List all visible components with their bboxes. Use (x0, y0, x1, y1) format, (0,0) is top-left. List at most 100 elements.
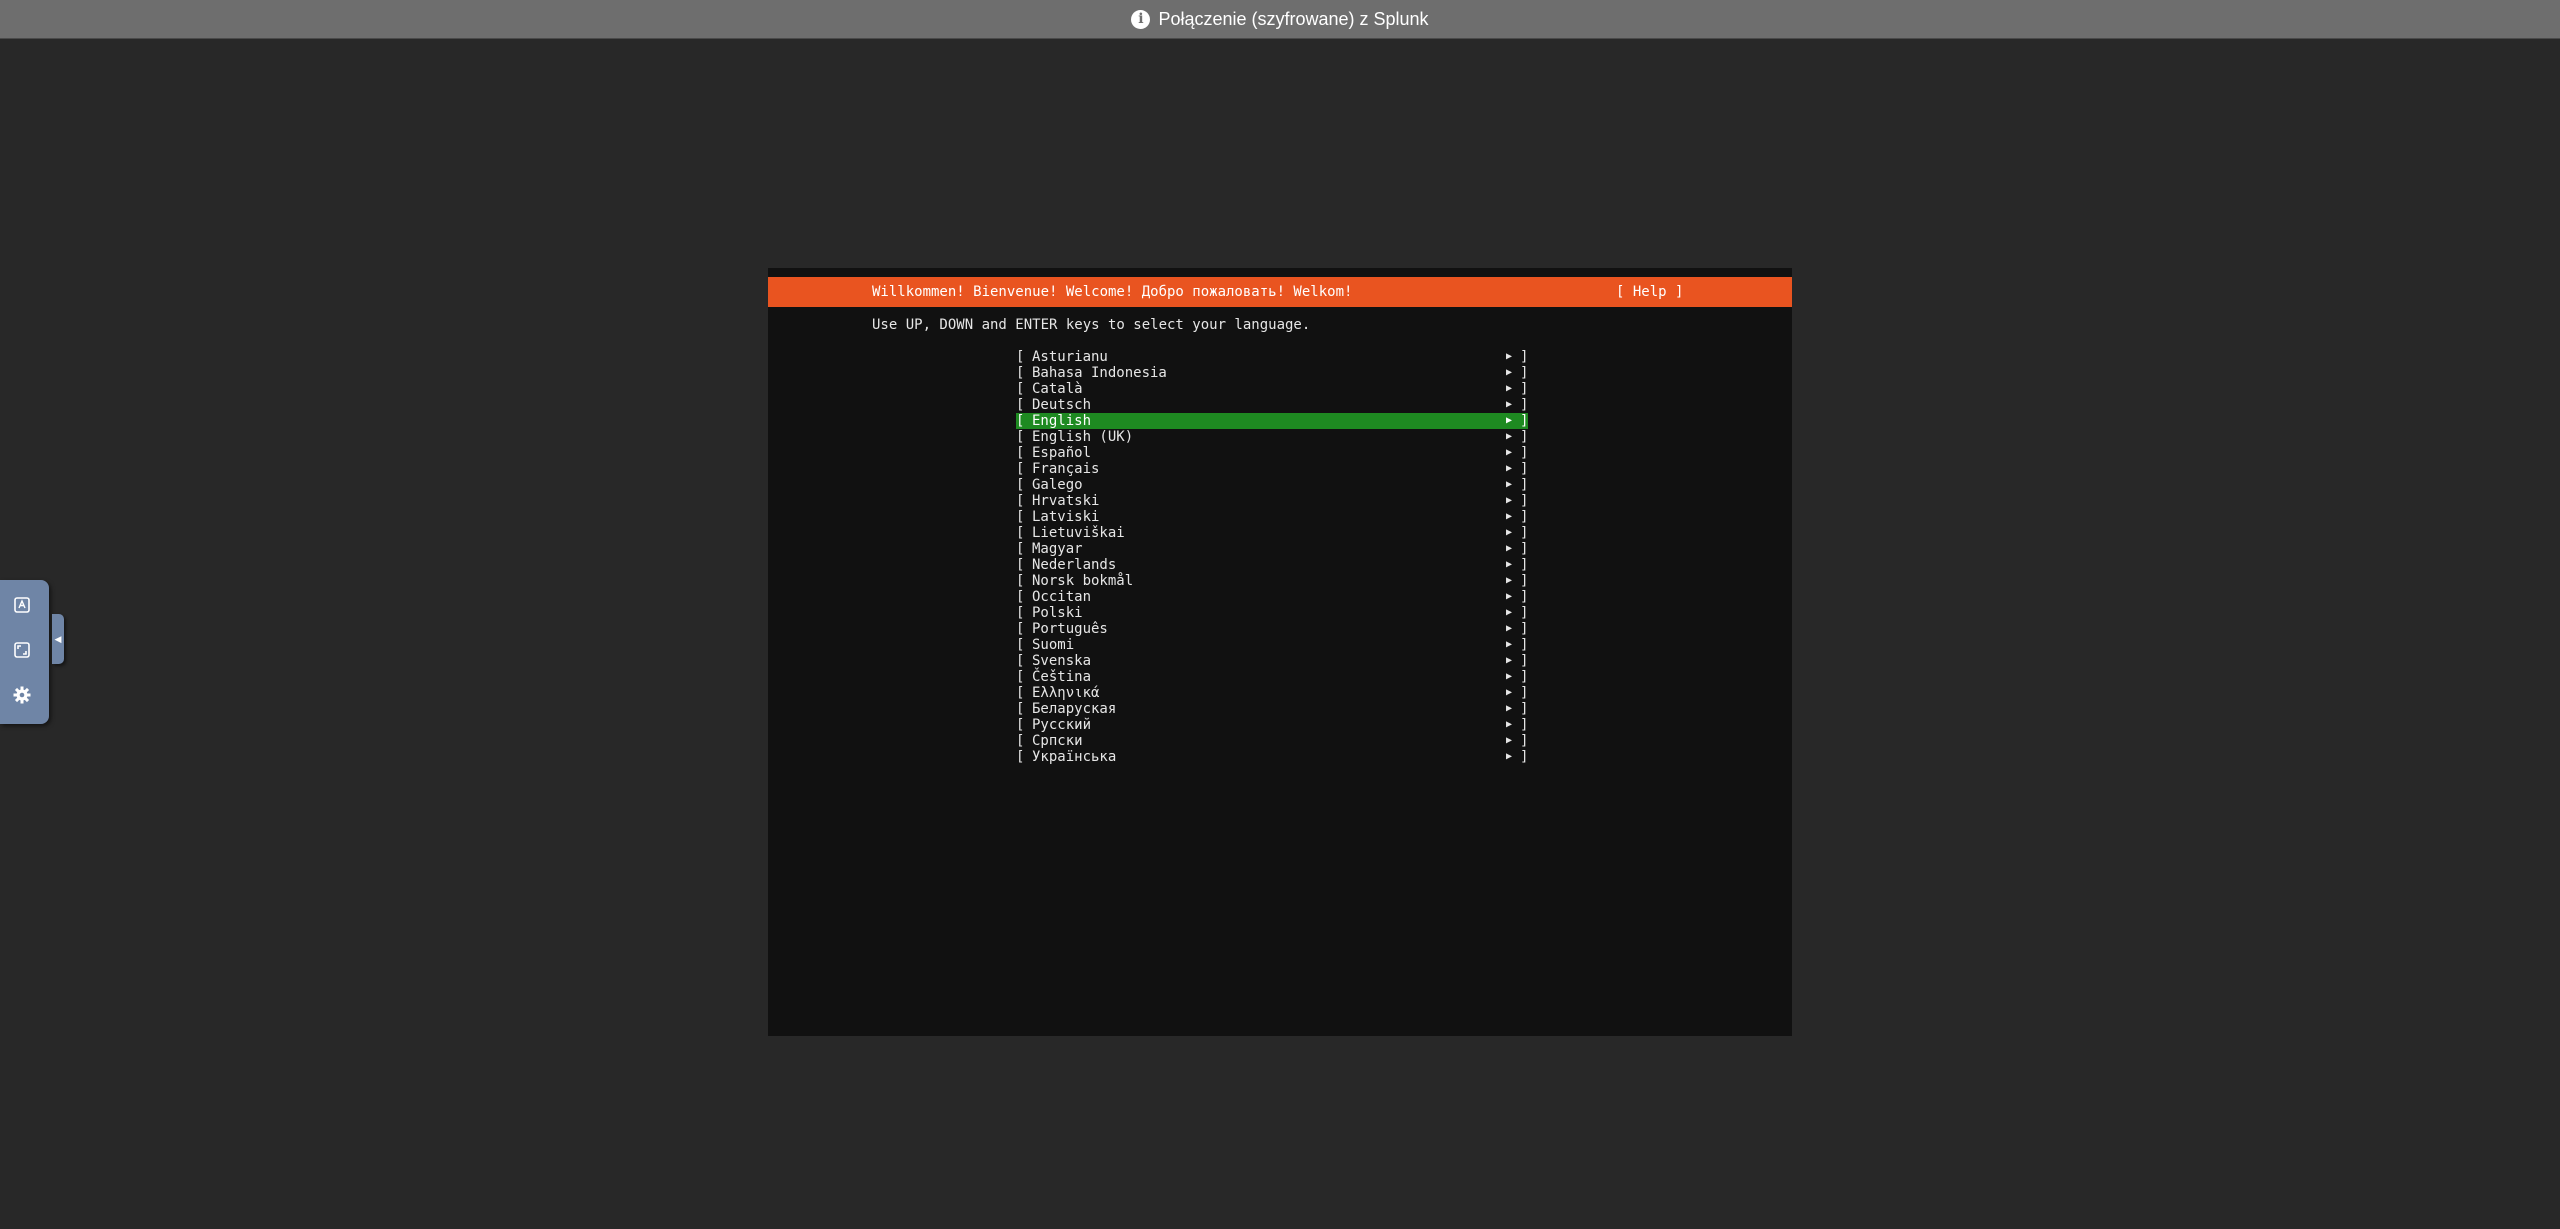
language-option[interactable]: [ Bahasa Indonesia ▶] (1016, 365, 1528, 381)
language-option[interactable]: [ Norsk bokmål ▶] (1016, 573, 1528, 589)
language-option[interactable]: [English ▶] (1016, 413, 1528, 429)
submenu-arrow-icon: ▶ (1506, 687, 1513, 698)
language-label: Nederlands (1032, 557, 1117, 573)
submenu-arrow-icon: ▶ (1506, 591, 1513, 602)
language-option[interactable]: [Deutsch ▶] (1016, 397, 1528, 413)
vm-console-screen[interactable]: Willkommen! Bienvenue! Welcome! Добро по… (768, 268, 1792, 1036)
left-bracket: [ (1016, 733, 1025, 749)
submenu-arrow-icon: ▶ (1506, 431, 1513, 442)
right-bracket: ] (1520, 685, 1529, 701)
language-label: Català (1032, 381, 1083, 397)
right-bracket: ] (1520, 621, 1529, 637)
language-label: Norsk bokmål (1032, 573, 1134, 589)
right-bracket: ] (1520, 525, 1529, 541)
left-bracket: [ (1016, 365, 1025, 381)
language-label: Bahasa Indonesia (1032, 365, 1167, 381)
fullscreen-icon (12, 640, 32, 665)
language-option[interactable]: [Українська ▶] (1016, 749, 1528, 765)
language-label: Español (1032, 445, 1092, 461)
help-button[interactable]: [ Help ] (1616, 277, 1683, 307)
language-label: Deutsch (1032, 397, 1092, 413)
right-bracket: ] (1520, 541, 1529, 557)
language-option[interactable]: [Occitan ▶] (1016, 589, 1528, 605)
right-bracket: ] (1520, 733, 1529, 749)
submenu-arrow-icon: ▶ (1506, 703, 1513, 714)
language-option[interactable]: [Беларуская ▶] (1016, 701, 1528, 717)
left-bracket: [ (1016, 429, 1025, 445)
submenu-arrow-icon: ▶ (1506, 351, 1513, 362)
left-bracket: [ (1016, 525, 1025, 541)
left-bracket: [ (1016, 461, 1025, 477)
right-bracket: ] (1520, 749, 1529, 765)
language-list: [Asturianu ▶] [Bahasa Indonesia ▶] [Català ▶]… (1016, 349, 1528, 765)
submenu-arrow-icon: ▶ (1506, 511, 1513, 522)
left-bracket: [ (1016, 701, 1025, 717)
submenu-arrow-icon: ▶ (1506, 367, 1513, 378)
submenu-arrow-icon: ▶ (1506, 623, 1513, 634)
info-icon[interactable]: i (1131, 9, 1151, 29)
language-option[interactable]: [ Русский ▶] (1016, 717, 1528, 733)
settings-button[interactable] (7, 682, 37, 712)
language-label: English (UK) (1032, 429, 1134, 445)
language-option[interactable]: [Српски ▶] (1016, 733, 1528, 749)
left-bracket: [ (1016, 589, 1025, 605)
left-bracket: [ (1016, 573, 1025, 589)
language-label: Português (1032, 621, 1108, 637)
fullscreen-button[interactable] (7, 637, 37, 667)
language-option[interactable]: [Magyar ▶] (1016, 541, 1528, 557)
language-label: Українська (1032, 749, 1117, 765)
language-option[interactable]: [Polski ▶] (1016, 605, 1528, 621)
left-bracket: [ (1016, 413, 1025, 429)
submenu-arrow-icon: ▶ (1506, 447, 1513, 458)
left-bracket: [ (1016, 605, 1025, 621)
language-label: Français (1032, 461, 1100, 477)
language-option[interactable]: [Svenska ▶] (1016, 653, 1528, 669)
right-bracket: ] (1520, 477, 1529, 493)
language-option[interactable]: [Čeština ▶] (1016, 669, 1528, 685)
right-bracket: ] (1520, 365, 1529, 381)
language-option[interactable]: [Nederlands ▶] (1016, 557, 1528, 573)
left-bracket: [ (1016, 397, 1025, 413)
right-bracket: ] (1520, 573, 1529, 589)
language-option[interactable]: [Suomi ▶] (1016, 637, 1528, 653)
language-option[interactable]: [Français ▶] (1016, 461, 1528, 477)
submenu-arrow-icon: ▶ (1506, 719, 1513, 730)
language-option[interactable]: [Català ▶] (1016, 381, 1528, 397)
submenu-arrow-icon: ▶ (1506, 495, 1513, 506)
language-option[interactable]: [Latviski ▶] (1016, 509, 1528, 525)
installer-header: Willkommen! Bienvenue! Welcome! Добро по… (768, 277, 1792, 307)
left-bracket: [ (1016, 637, 1025, 653)
submenu-arrow-icon: ▶ (1506, 575, 1513, 586)
right-bracket: ] (1520, 637, 1529, 653)
keyboard-button[interactable] (7, 592, 37, 622)
language-option[interactable]: [Galego ▶] (1016, 477, 1528, 493)
language-label: Беларуская (1032, 701, 1117, 717)
language-label: Русский (1032, 717, 1092, 733)
chevron-left-icon: ◀ (54, 633, 62, 644)
keyboard-icon (12, 595, 32, 620)
language-option[interactable]: [Hrvatski ▶] (1016, 493, 1528, 509)
left-bracket: [ (1016, 717, 1025, 733)
right-bracket: ] (1520, 717, 1529, 733)
submenu-arrow-icon: ▶ (1506, 415, 1513, 426)
left-bracket: [ (1016, 509, 1025, 525)
language-option[interactable]: [Português ▶] (1016, 621, 1528, 637)
right-bracket: ] (1520, 445, 1529, 461)
language-option[interactable]: [English (UK) ▶] (1016, 429, 1528, 445)
installer-title: Willkommen! Bienvenue! Welcome! Добро по… (872, 284, 1353, 300)
language-option[interactable]: [ Español ▶] (1016, 445, 1528, 461)
language-label: Hrvatski (1032, 493, 1100, 509)
submenu-arrow-icon: ▶ (1506, 399, 1513, 410)
submenu-arrow-icon: ▶ (1506, 735, 1513, 746)
toolbar-collapse-handle[interactable]: ◀ (52, 614, 64, 664)
right-bracket: ] (1520, 381, 1529, 397)
language-option[interactable]: [Ελληνικά ▶] (1016, 685, 1528, 701)
left-bracket: [ (1016, 445, 1025, 461)
left-bracket: [ (1016, 477, 1025, 493)
language-label: Magyar (1032, 541, 1083, 557)
right-bracket: ] (1520, 605, 1529, 621)
right-bracket: ] (1520, 413, 1529, 429)
language-option[interactable]: [Lietuviškai ▶] (1016, 525, 1528, 541)
language-option[interactable]: [Asturianu ▶] (1016, 349, 1528, 365)
right-bracket: ] (1520, 509, 1529, 525)
